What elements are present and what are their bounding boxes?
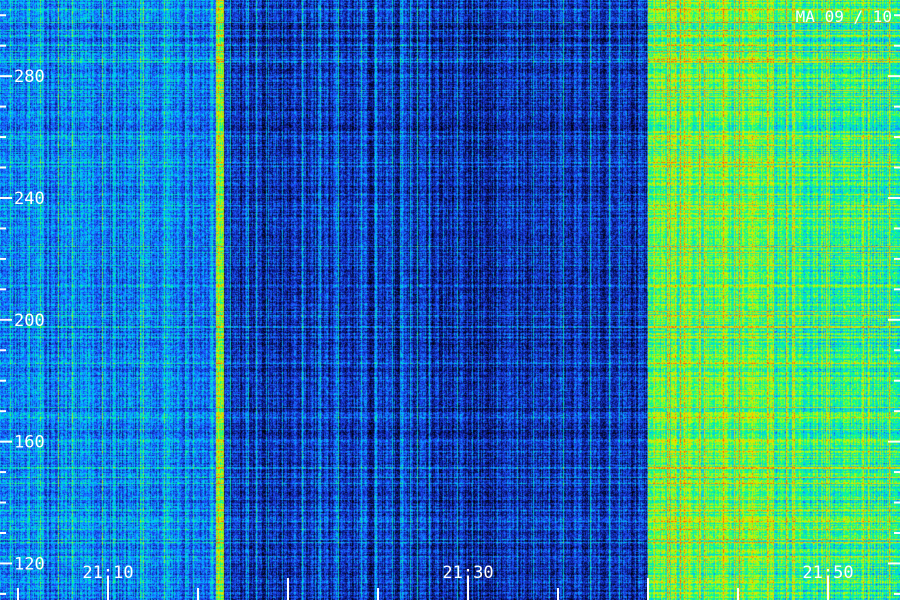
x-axis-ticks	[17, 578, 829, 600]
axes-overlay: 120 160 200 240 280 21:10 21:30 21:50 MA 09 / …	[0, 7, 900, 600]
x-tick-label: 21:50	[802, 563, 853, 583]
x-axis-labels: 21:10 21:30 21:50	[82, 563, 853, 583]
x-tick-label: 21:10	[82, 563, 133, 583]
y-tick-label: 120	[14, 554, 45, 574]
x-tick-label: 21:30	[442, 563, 493, 583]
y-tick-label: 280	[14, 67, 45, 87]
y-axis-labels: 120 160 200 240 280	[14, 67, 45, 574]
y-axis-right-ticks	[888, 14, 900, 595]
corner-label: MA 09 / 10	[796, 7, 892, 26]
y-axis-left-ticks	[0, 14, 12, 595]
y-tick-label: 160	[14, 433, 45, 453]
y-tick-label: 200	[14, 311, 45, 331]
y-tick-label: 240	[14, 189, 45, 209]
